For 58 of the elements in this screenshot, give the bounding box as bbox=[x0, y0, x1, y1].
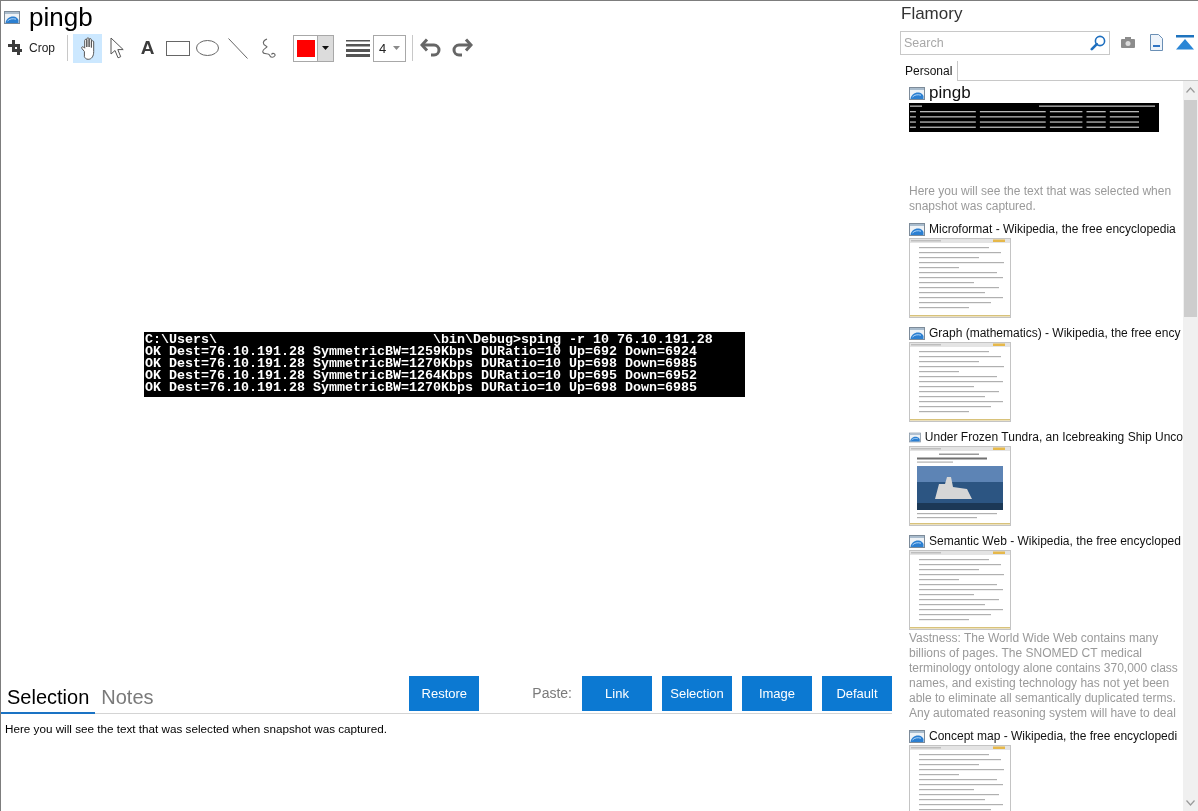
paste-button[interactable]: Default bbox=[822, 676, 892, 711]
color-picker[interactable] bbox=[293, 34, 334, 62]
redo-icon[interactable] bbox=[450, 38, 473, 58]
caret-icon bbox=[393, 46, 400, 50]
window-icon bbox=[909, 430, 921, 444]
squiggle-icon bbox=[259, 37, 276, 59]
window-icon bbox=[909, 729, 925, 743]
snapshot-title[interactable]: Concept map - Wikipedia, the free encyclopedi bbox=[929, 728, 1178, 744]
document-title: pingb bbox=[29, 2, 93, 32]
window-icon bbox=[4, 10, 20, 24]
hand-tool[interactable] bbox=[73, 33, 102, 63]
scrollbar-track[interactable] bbox=[1183, 81, 1198, 811]
console-output-line: OK Dest=76.10.191.28 SymmetricBW=1270Kbps DURatio=10 Up=698 Down=6985 bbox=[145, 358, 698, 370]
line-width-icon[interactable] bbox=[346, 39, 370, 57]
console-command-text: \bin\Debug>sping -r 10 76.10.191.28 bbox=[432, 332, 713, 347]
console-output-line: OK Dest=76.10.191.28 SymmetricBW=1264Kbps DURatio=10 Up=695 Down=6952 bbox=[145, 370, 698, 382]
details-tab[interactable]: Notes bbox=[95, 674, 160, 714]
hand-icon bbox=[79, 36, 96, 60]
snapshot-note: Vastness: The World Wide Web contains many billions of pages. The SNOMED CT medical terminology ontology alone contains 370,000 class names, and existing technology has not yet been able to eliminate all semantically duplicated terms. Any automated reasoning system will have to deal bbox=[909, 631, 1179, 721]
line-width-dropdown[interactable]: 4 bbox=[373, 34, 406, 62]
details-tab[interactable]: Selection bbox=[1, 674, 96, 714]
console-output-line: OK Dest=76.10.191.28 SymmetricBW=1270Kbps DURatio=10 Up=698 Down=6985 bbox=[145, 382, 698, 394]
scrollbar-thumb[interactable] bbox=[1184, 100, 1197, 317]
camera-icon[interactable] bbox=[1121, 37, 1135, 48]
pointer-icon bbox=[110, 37, 125, 59]
line-icon bbox=[227, 37, 248, 59]
chevron-down-icon[interactable] bbox=[1186, 799, 1195, 806]
snapshot-title[interactable]: Semantic Web - Wikipedia, the free encycloped bbox=[929, 533, 1181, 549]
ellipse-icon bbox=[196, 40, 219, 56]
document-icon[interactable] bbox=[1150, 34, 1163, 51]
selection-text: Here you will see the text that was selected when snapshot was captured. bbox=[4, 721, 388, 737]
snapshot-title[interactable]: Graph (mathematics) - Wikipedia, the free ency bbox=[929, 325, 1181, 341]
app-title: Flamory bbox=[900, 3, 964, 25]
up-triangle-icon[interactable] bbox=[1176, 35, 1194, 50]
snapshot-title[interactable]: Microformat - Wikipedia, the free encyclopedia bbox=[929, 221, 1176, 237]
console-path-text: C:\Users\ bbox=[145, 332, 217, 347]
console-output-line: OK Dest=76.10.191.28 SymmetricBW=1259Kbps DURatio=10 Up=692 Down=6924 bbox=[145, 346, 698, 358]
window-icon bbox=[909, 534, 925, 548]
paste-button[interactable]: Link bbox=[582, 676, 652, 711]
snapshot-title[interactable]: pingb bbox=[929, 84, 971, 102]
text-tool[interactable]: A bbox=[133, 33, 162, 63]
snapshot-title[interactable]: Under Frozen Tundra, an Icebreaking Ship Unco bbox=[924, 429, 1183, 445]
snapshot-note: Here you will see the text that was selected when snapshot was captured. bbox=[909, 184, 1173, 214]
window-icon bbox=[909, 86, 925, 100]
search-field[interactable]: Search bbox=[900, 30, 1110, 55]
rectangle-icon bbox=[165, 40, 190, 56]
window-icon bbox=[909, 222, 925, 236]
paste-label: Paste: bbox=[532, 684, 572, 703]
crop-button[interactable]: Crop bbox=[7, 36, 56, 60]
crop-icon bbox=[8, 40, 24, 56]
paste-button[interactable]: Image bbox=[742, 676, 812, 711]
paste-button[interactable]: Selection bbox=[662, 676, 732, 711]
window-icon bbox=[909, 326, 925, 340]
search-icon[interactable] bbox=[1090, 34, 1106, 51]
caret-icon bbox=[322, 46, 329, 50]
restore-button[interactable]: Restore bbox=[409, 676, 480, 711]
chevron-up-icon[interactable] bbox=[1186, 86, 1195, 93]
undo-icon[interactable] bbox=[420, 38, 443, 58]
